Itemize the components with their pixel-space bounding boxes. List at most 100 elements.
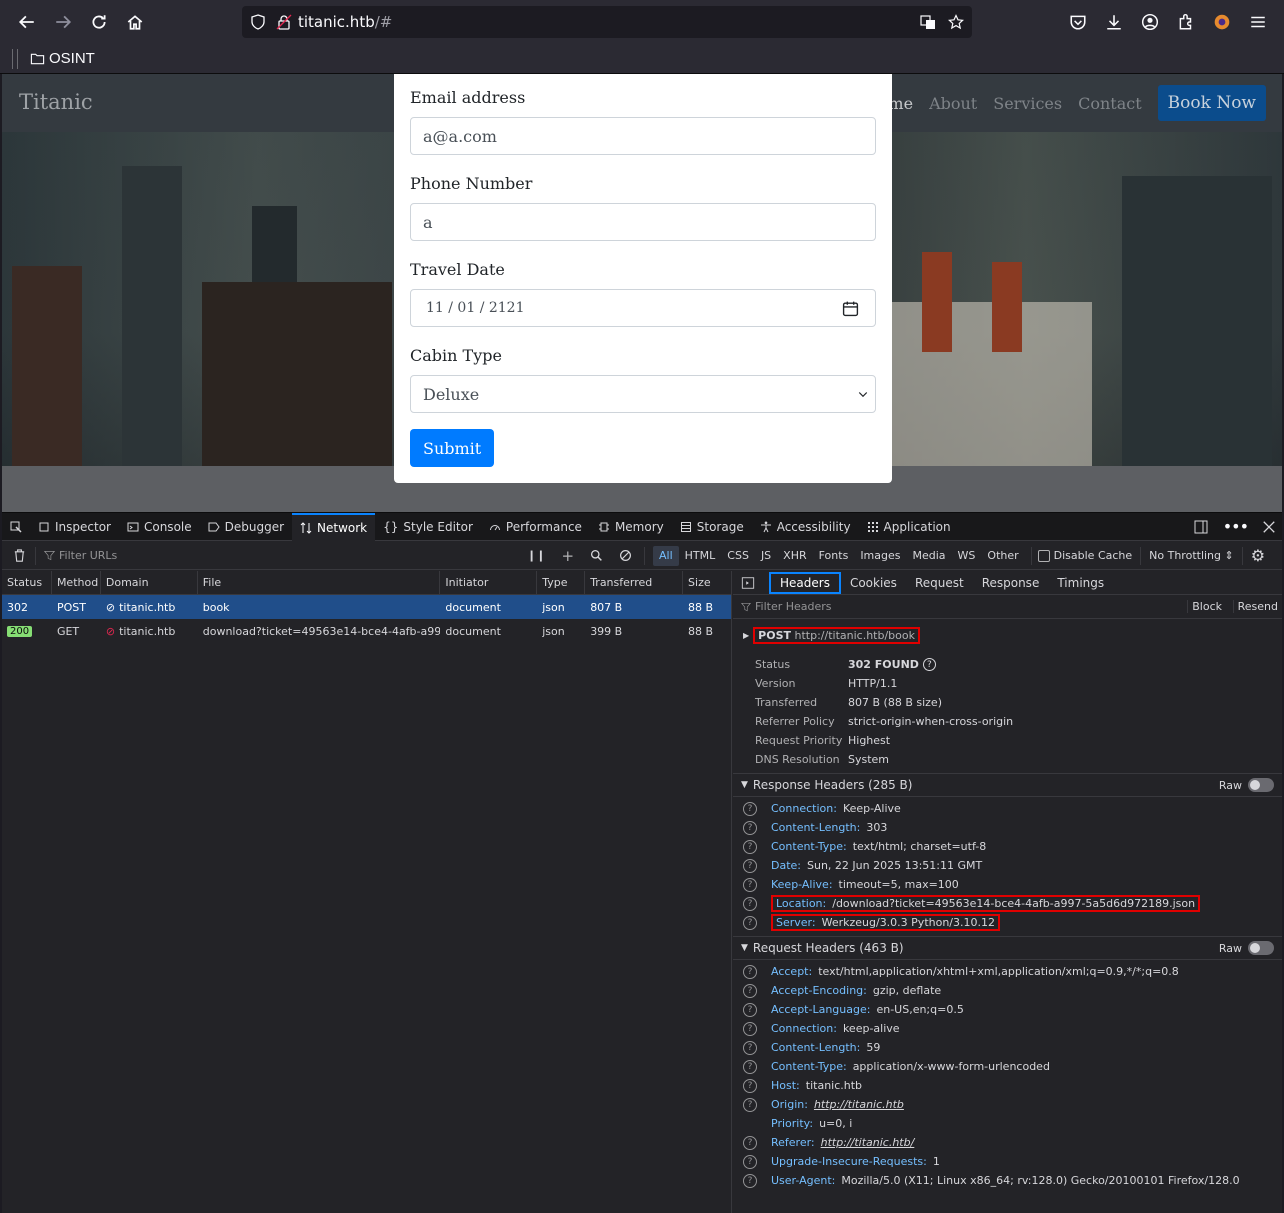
pocket-button[interactable]: [1062, 4, 1094, 40]
tab-accessibility[interactable]: Accessibility: [752, 513, 859, 541]
request-line[interactable]: ▶ POST http://titanic.htb/book: [733, 619, 1282, 651]
column-type[interactable]: Type: [537, 570, 586, 595]
phone-field[interactable]: a: [410, 203, 876, 241]
tab-network[interactable]: Network: [292, 512, 376, 541]
tab-inspector[interactable]: Inspector: [30, 513, 119, 541]
downloads-button[interactable]: [1098, 4, 1130, 40]
lock-insecure-icon[interactable]: [276, 14, 292, 30]
site-brand[interactable]: Titanic: [19, 90, 93, 114]
book-now-button[interactable]: Book Now: [1157, 85, 1266, 121]
header-value[interactable]: http://titanic.htb/: [821, 1136, 915, 1149]
filter-type-images[interactable]: Images: [854, 546, 906, 566]
request-headers-toggle[interactable]: ▼ Request Headers (463 B) Raw: [733, 936, 1282, 960]
table-row[interactable]: 200 GET ⊘ titanic.htb download?ticket=495…: [2, 619, 731, 643]
home-button[interactable]: [117, 4, 153, 40]
tab-application[interactable]: Application: [859, 513, 959, 541]
help-icon[interactable]: ?: [743, 896, 757, 911]
calendar-icon[interactable]: [842, 300, 859, 317]
travel-date-field[interactable]: 11 / 01 / 2121: [410, 289, 876, 327]
help-icon[interactable]: ?: [743, 1040, 757, 1055]
back-button[interactable]: [9, 4, 45, 40]
tab-console[interactable]: Console: [119, 513, 200, 541]
pick-element-button[interactable]: [2, 513, 30, 541]
help-icon[interactable]: ?: [743, 1135, 757, 1150]
add-icon[interactable]: +: [561, 547, 574, 565]
tab-response[interactable]: Response: [973, 576, 1049, 590]
nav-services[interactable]: Services: [993, 94, 1062, 113]
tab-cookies[interactable]: Cookies: [841, 576, 906, 590]
nav-contact[interactable]: Contact: [1078, 94, 1142, 113]
help-icon[interactable]: ?: [743, 1021, 757, 1036]
pause-icon[interactable]: ❙❙: [527, 549, 545, 562]
tab-request[interactable]: Request: [906, 576, 973, 590]
filter-type-other[interactable]: Other: [981, 546, 1024, 566]
help-icon[interactable]: ?: [743, 964, 757, 979]
extensions-button[interactable]: [1170, 4, 1202, 40]
cabin-type-select[interactable]: Deluxe: [410, 375, 876, 413]
help-icon[interactable]: ?: [922, 658, 936, 671]
filter-type-all[interactable]: All: [653, 545, 679, 566]
column-initiator[interactable]: Initiator: [440, 570, 538, 595]
menu-button[interactable]: [1242, 4, 1274, 40]
translate-icon[interactable]: [920, 14, 936, 30]
trash-icon[interactable]: [12, 548, 27, 563]
settings-gear-icon[interactable]: ⚙: [1251, 546, 1265, 565]
response-raw-toggle[interactable]: Raw: [1219, 778, 1274, 792]
tab-headers[interactable]: Headers: [769, 571, 841, 594]
help-icon[interactable]: ?: [743, 1059, 757, 1074]
forward-button[interactable]: [45, 4, 81, 40]
bookmark-star-icon[interactable]: [948, 14, 964, 30]
filter-urls-input[interactable]: Filter URLs: [59, 549, 499, 562]
request-raw-toggle[interactable]: Raw: [1219, 941, 1274, 955]
column-status[interactable]: Status: [2, 570, 52, 595]
help-icon[interactable]: ?: [743, 1173, 757, 1188]
filter-type-fonts[interactable]: Fonts: [813, 546, 855, 566]
help-icon[interactable]: ?: [743, 1154, 757, 1169]
account-button[interactable]: [1134, 4, 1166, 40]
response-headers-toggle[interactable]: ▼ Response Headers (285 B) Raw: [733, 773, 1282, 797]
shield-icon[interactable]: [250, 14, 266, 30]
help-icon[interactable]: ?: [743, 1097, 757, 1112]
column-file[interactable]: File: [198, 570, 441, 595]
more-options-icon[interactable]: •••: [1223, 517, 1249, 536]
help-icon[interactable]: ?: [743, 801, 757, 816]
help-icon[interactable]: ?: [743, 983, 757, 998]
header-value[interactable]: http://titanic.htb: [814, 1098, 904, 1111]
tab-debugger[interactable]: Debugger: [200, 513, 292, 541]
help-icon[interactable]: ?: [743, 877, 757, 892]
help-icon[interactable]: ?: [743, 820, 757, 835]
tab-style-editor[interactable]: {} Style Editor: [375, 513, 481, 541]
reload-button[interactable]: [81, 4, 117, 40]
filter-type-ws[interactable]: WS: [952, 546, 982, 566]
address-bar[interactable]: titanic.htb/#: [242, 6, 972, 38]
filter-type-css[interactable]: CSS: [721, 546, 755, 566]
column-domain[interactable]: Domain: [101, 570, 198, 595]
block-button[interactable]: Block: [1187, 600, 1222, 613]
column-transferred[interactable]: Transferred: [585, 570, 684, 595]
toggle-sidebar-icon[interactable]: [741, 576, 755, 590]
email-field[interactable]: a@a.com: [410, 117, 876, 155]
help-icon[interactable]: ?: [743, 1078, 757, 1093]
filter-headers-input[interactable]: Filter Headers: [755, 600, 832, 613]
bookmark-folder-osint[interactable]: OSINT: [30, 50, 95, 67]
filter-type-xhr[interactable]: XHR: [777, 546, 812, 566]
raw-switch[interactable]: [1248, 778, 1274, 792]
resend-button[interactable]: Resend: [1232, 600, 1278, 613]
help-icon[interactable]: ?: [743, 1002, 757, 1017]
foxyproxy-button[interactable]: [1206, 4, 1238, 40]
close-icon[interactable]: [1262, 520, 1276, 534]
throttling-select[interactable]: No Throttling ⇕: [1149, 549, 1234, 562]
nav-about[interactable]: About: [929, 94, 977, 113]
search-icon[interactable]: [590, 549, 603, 562]
tab-performance[interactable]: Performance: [481, 513, 590, 541]
disable-cache-checkbox[interactable]: [1037, 549, 1050, 562]
tab-storage[interactable]: Storage: [672, 513, 752, 541]
help-icon[interactable]: ?: [743, 858, 757, 873]
tab-memory[interactable]: Memory: [590, 513, 672, 541]
dock-side-icon[interactable]: [1193, 519, 1209, 535]
table-row[interactable]: 302 POST ⊘ titanic.htb book document json…: [2, 595, 731, 619]
filter-type-html[interactable]: HTML: [679, 546, 722, 566]
column-size[interactable]: Size: [683, 571, 731, 595]
submit-button[interactable]: Submit: [410, 429, 495, 467]
raw-switch[interactable]: [1248, 941, 1274, 955]
